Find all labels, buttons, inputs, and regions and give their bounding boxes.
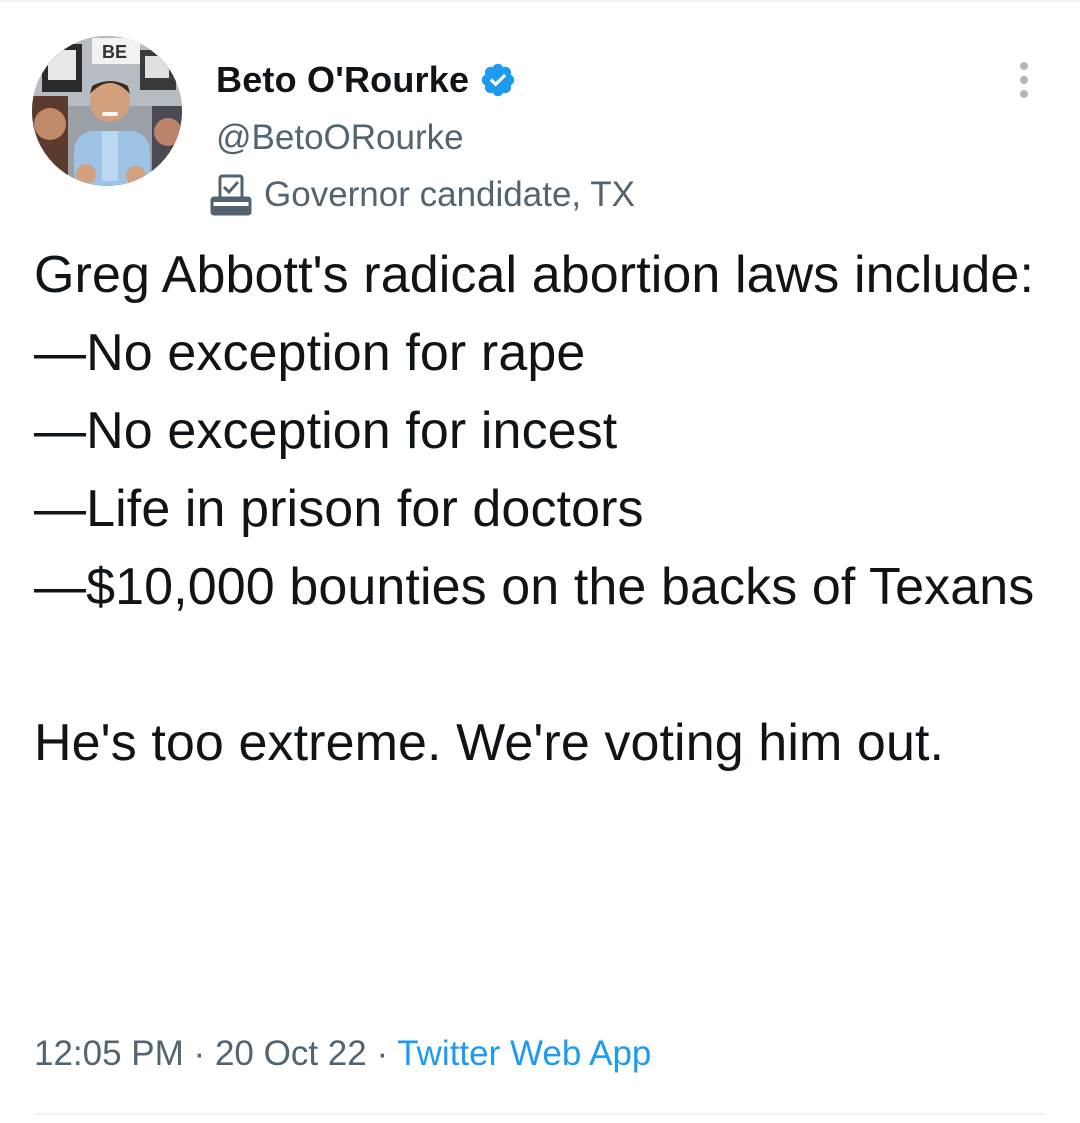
top-divider [0,0,1080,2]
verified-badge-icon [481,63,515,97]
tweet: BE Beto O'Rourke @BetoORourke Governor c… [0,0,1080,1123]
author-label: Governor candidate, TX [208,172,635,218]
author-header: Beto O'Rourke [216,52,517,108]
more-options-icon[interactable] [1008,58,1040,102]
tweet-text: Greg Abbott's radical abortion laws incl… [34,246,1035,772]
author-display-name[interactable]: Beto O'Rourke [216,59,469,101]
author-handle[interactable]: @BetoORourke [216,118,464,158]
name-row: Beto O'Rourke [216,52,517,108]
avatar-photo: BE [32,36,182,186]
tweet-time[interactable]: 12:05 PM [34,1034,184,1073]
avatar[interactable]: BE [32,36,182,186]
avatar-sign-text: BE [102,42,127,62]
tweet-meta: 12:05 PM · 20 Oct 22 · Twitter Web App [34,1034,651,1074]
meta-separator: · [376,1034,389,1073]
meta-separator: · [193,1034,206,1073]
tweet-source-link[interactable]: Twitter Web App [397,1034,651,1073]
ballot-box-icon [210,174,252,216]
tweet-date[interactable]: 20 Oct 22 [215,1034,367,1073]
author-label-text: Governor candidate, TX [264,175,635,214]
bottom-divider [34,1113,1046,1115]
